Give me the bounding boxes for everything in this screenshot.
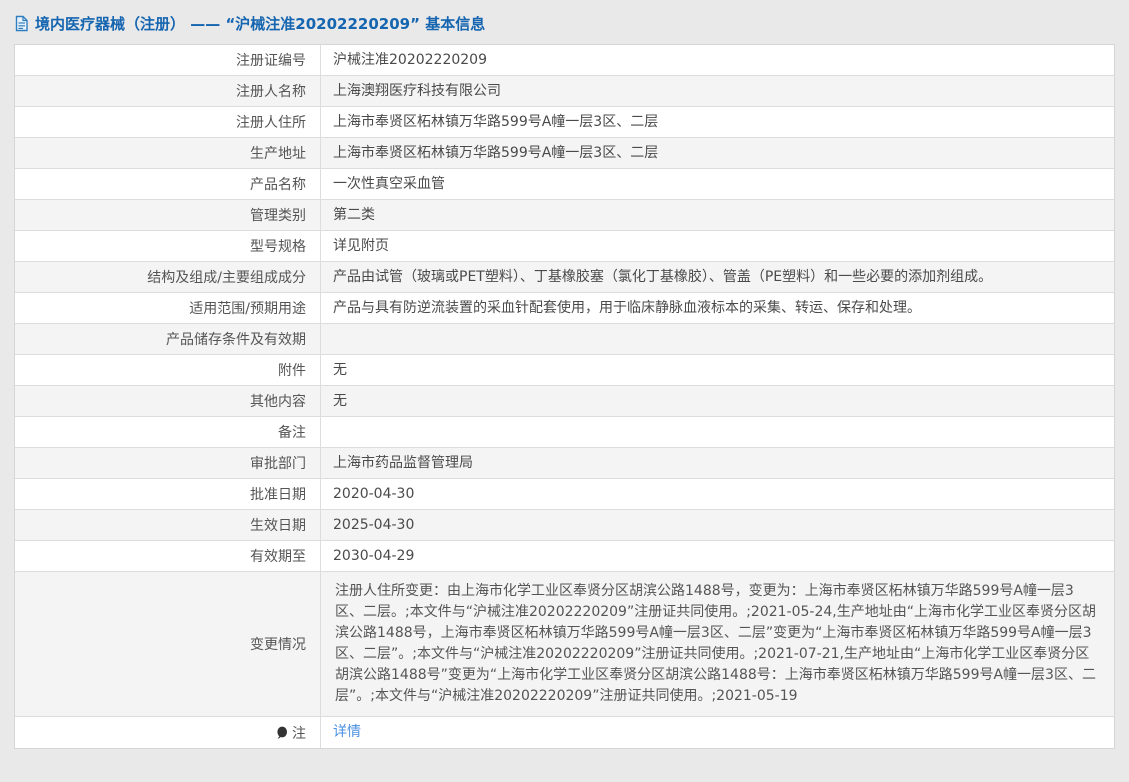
row-value: 上海市奉贤区柘林镇万华路599号A幢一层3区、二层 [321, 107, 1114, 137]
row-value [321, 324, 1114, 354]
row-label: 型号规格 [15, 231, 321, 261]
table-row-intended-use: 适用范围/预期用途 产品与具有防逆流装置的采血针配套使用，用于临床静脉血液标本的… [15, 293, 1114, 324]
table-row-note: 注 详情 [15, 717, 1114, 748]
row-label: 适用范围/预期用途 [15, 293, 321, 323]
document-icon [14, 15, 29, 32]
row-value: 沪械注准20202220209 [321, 45, 1114, 75]
row-label: 注 [15, 717, 321, 748]
note-label: 注 [292, 723, 306, 743]
row-label: 结构及组成/主要组成成分 [15, 262, 321, 292]
table-row-attachments: 附件 无 [15, 355, 1114, 386]
table-row-approval-department: 审批部门 上海市药品监督管理局 [15, 448, 1114, 479]
row-label: 管理类别 [15, 200, 321, 230]
table-row-other-content: 其他内容 无 [15, 386, 1114, 417]
row-label: 有效期至 [15, 541, 321, 571]
row-value: 第二类 [321, 200, 1114, 230]
row-value: 无 [321, 355, 1114, 385]
registration-info-table: 注册证编号 沪械注准20202220209 注册人名称 上海澳翔医疗科技有限公司… [14, 44, 1115, 749]
table-row-remarks: 备注 [15, 417, 1114, 448]
table-row-storage-conditions: 产品储存条件及有效期 [15, 324, 1114, 355]
table-row-product-name: 产品名称 一次性真空采血管 [15, 169, 1114, 200]
table-row-registrant-name: 注册人名称 上海澳翔医疗科技有限公司 [15, 76, 1114, 107]
row-label: 备注 [15, 417, 321, 447]
row-label: 注册证编号 [15, 45, 321, 75]
row-label: 变更情况 [15, 572, 321, 716]
row-value: 详情 [321, 717, 1114, 748]
detail-link[interactable]: 详情 [333, 722, 361, 742]
table-row-model-spec: 型号规格 详见附页 [15, 231, 1114, 262]
row-label: 产品名称 [15, 169, 321, 199]
row-value: 一次性真空采血管 [321, 169, 1114, 199]
row-label: 产品储存条件及有效期 [15, 324, 321, 354]
row-label: 生产地址 [15, 138, 321, 168]
row-label: 其他内容 [15, 386, 321, 416]
table-row-production-address: 生产地址 上海市奉贤区柘林镇万华路599号A幢一层3区、二层 [15, 138, 1114, 169]
row-label: 注册人住所 [15, 107, 321, 137]
page-header: 境内医疗器械（注册） —— “沪械注准20202220209” 基本信息 [0, 0, 1129, 44]
row-value: 详见附页 [321, 231, 1114, 261]
row-value: 上海市药品监督管理局 [321, 448, 1114, 478]
row-value: 2020-04-30 [321, 479, 1114, 509]
table-row-composition: 结构及组成/主要组成成分 产品由试管（玻璃或PET塑料）、丁基橡胶塞（氯化丁基橡… [15, 262, 1114, 293]
row-label: 审批部门 [15, 448, 321, 478]
row-label: 附件 [15, 355, 321, 385]
row-value: 产品由试管（玻璃或PET塑料）、丁基橡胶塞（氯化丁基橡胶）、管盖（PE塑料）和一… [321, 262, 1114, 292]
table-row-management-class: 管理类别 第二类 [15, 200, 1114, 231]
table-row-expiry-date: 有效期至 2030-04-29 [15, 541, 1114, 572]
row-value: 2025-04-30 [321, 510, 1114, 540]
table-row-effective-date: 生效日期 2025-04-30 [15, 510, 1114, 541]
row-label: 注册人名称 [15, 76, 321, 106]
table-row-change-history: 变更情况 注册人住所变更：由上海市化学工业区奉贤分区胡滨公路1488号，变更为：… [15, 572, 1114, 717]
row-label: 生效日期 [15, 510, 321, 540]
page-title: 境内医疗器械（注册） —— “沪械注准20202220209” 基本信息 [35, 13, 485, 34]
table-row-registrant-address: 注册人住所 上海市奉贤区柘林镇万华路599号A幢一层3区、二层 [15, 107, 1114, 138]
row-value: 上海市奉贤区柘林镇万华路599号A幢一层3区、二层 [321, 138, 1114, 168]
row-value: 上海澳翔医疗科技有限公司 [321, 76, 1114, 106]
row-value: 产品与具有防逆流装置的采血针配套使用，用于临床静脉血液标本的采集、转运、保存和处… [321, 293, 1114, 323]
row-value [321, 417, 1114, 447]
hint-balloon-icon [276, 726, 288, 740]
table-row-reg-cert-number: 注册证编号 沪械注准20202220209 [15, 45, 1114, 76]
row-value: 2030-04-29 [321, 541, 1114, 571]
row-value: 注册人住所变更：由上海市化学工业区奉贤分区胡滨公路1488号，变更为：上海市奉贤… [321, 572, 1114, 716]
table-row-approval-date: 批准日期 2020-04-30 [15, 479, 1114, 510]
row-label: 批准日期 [15, 479, 321, 509]
row-value: 无 [321, 386, 1114, 416]
